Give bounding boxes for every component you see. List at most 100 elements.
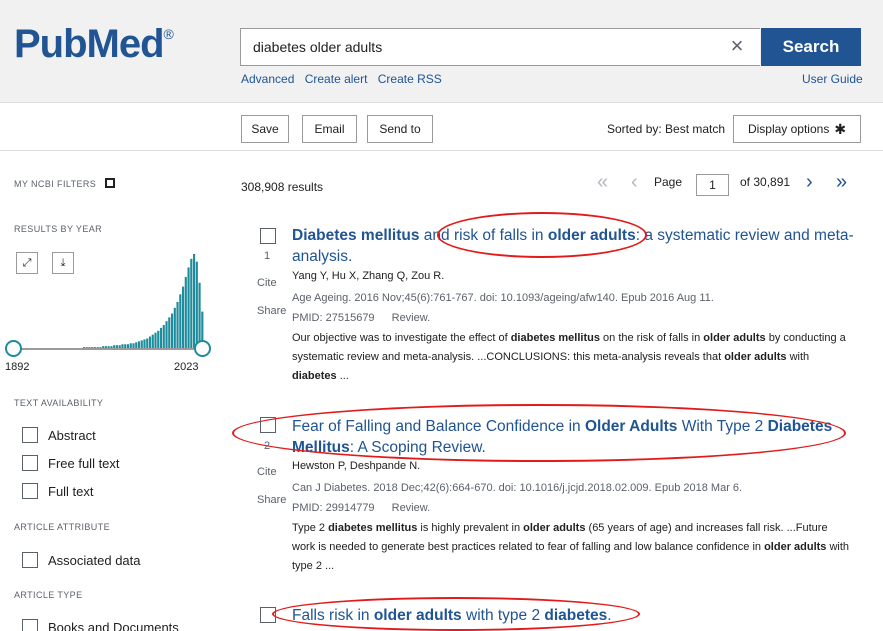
result-1-cite-button[interactable]: Cite: [257, 277, 277, 289]
text-run: With Type 2: [677, 418, 768, 435]
result-3-title[interactable]: Falls risk in older adults with type 2 d…: [292, 605, 857, 626]
text-run: Our objective was to investigate the eff…: [292, 332, 511, 344]
associated-data-filter-label[interactable]: Associated data: [48, 553, 141, 568]
histogram-bar: [176, 302, 179, 350]
page-total: of 30,891: [740, 175, 791, 189]
article-attribute-heading: ARTICLE ATTRIBUTE: [14, 522, 110, 532]
save-button[interactable]: Save: [241, 115, 289, 143]
logo-registered: ®: [163, 26, 174, 42]
text-run: .: [607, 607, 612, 624]
create-alert-link[interactable]: Create alert: [305, 72, 368, 86]
highlighted-term: Diabetes mellitus: [292, 227, 420, 244]
text-run: ...: [336, 370, 349, 382]
text-run: with type 2: [461, 607, 545, 624]
books-documents-filter-label[interactable]: Books and Documents: [48, 620, 179, 631]
clear-icon[interactable]: ×: [722, 33, 752, 59]
associated-data-checkbox[interactable]: [22, 552, 38, 568]
year-slider-start-handle[interactable]: [5, 340, 22, 357]
books-documents-checkbox[interactable]: [22, 619, 38, 631]
full-text-checkbox[interactable]: [22, 483, 38, 499]
results-count: 308,908 results: [241, 180, 324, 194]
result-1-pmid: PMID: 27515679: [292, 312, 375, 324]
result-2-citation: Can J Diabetes. 2018 Dec;42(6):664-670. …: [292, 482, 743, 494]
result-1-pmid-row: PMID: 27515679 Review.: [292, 312, 430, 324]
histogram-bar: [165, 321, 168, 350]
highlighted-term: older adults: [523, 522, 586, 534]
search-links: Advanced Create alert Create RSS: [241, 72, 449, 86]
text-run: and risk of falls in: [419, 227, 548, 244]
abstract-filter-label[interactable]: Abstract: [48, 428, 96, 443]
text-availability-heading: TEXT AVAILABILITY: [14, 398, 104, 408]
result-2-title[interactable]: Fear of Falling and Balance Confidence i…: [292, 416, 857, 458]
send-to-button[interactable]: Send to: [367, 115, 433, 143]
result-2-share-button[interactable]: Share: [257, 494, 286, 506]
external-link-icon: [105, 178, 116, 188]
header-bar: PubMed® diabetes older adults × Search A…: [0, 0, 883, 103]
advanced-link[interactable]: Advanced: [241, 72, 294, 86]
result-3-checkbox[interactable]: [260, 607, 276, 623]
highlighted-term: older adults: [764, 541, 827, 553]
free-full-text-filter-label[interactable]: Free full text: [48, 456, 120, 471]
highlighted-term: diabetes mellitus: [510, 332, 600, 344]
highlighted-term: diabetes: [292, 370, 337, 382]
my-ncbi-filters[interactable]: MY NCBI FILTERS: [14, 178, 116, 189]
user-guide-link[interactable]: User Guide: [802, 72, 863, 86]
histogram-bar: [190, 258, 193, 350]
display-options-label: Display options: [747, 122, 830, 136]
result-2-checkbox[interactable]: [260, 417, 276, 433]
result-2-snippet: Type 2 diabetes mellitus is highly preva…: [292, 519, 852, 576]
pubmed-logo[interactable]: PubMed®: [14, 22, 174, 67]
display-options-button[interactable]: Display options ✱: [733, 115, 861, 143]
result-1-pub-type: Review.: [391, 312, 431, 324]
first-page-icon[interactable]: «: [597, 171, 608, 194]
article-type-heading: ARTICLE TYPE: [14, 590, 83, 600]
result-1-share-button[interactable]: Share: [257, 305, 286, 317]
histogram-bar: [168, 317, 171, 350]
search-input[interactable]: diabetes older adults: [240, 28, 760, 66]
histogram-bar: [170, 313, 174, 350]
result-1-snippet: Our objective was to investigate the eff…: [292, 329, 852, 386]
result-1-title[interactable]: Diabetes mellitus and risk of falls in o…: [292, 225, 857, 267]
highlighted-term: older adults: [547, 227, 636, 244]
histogram-bar: [179, 294, 182, 350]
histogram-bar: [181, 286, 185, 350]
search-button[interactable]: Search: [761, 28, 861, 66]
toolbar-divider: [0, 150, 883, 151]
year-slider-track[interactable]: [14, 348, 204, 350]
histogram-bar: [195, 261, 198, 350]
highlighted-term: diabetes mellitus: [328, 522, 418, 534]
result-2-pmid: PMID: 29914779: [292, 502, 375, 514]
text-run: with: [786, 351, 810, 363]
result-1-checkbox[interactable]: [260, 228, 276, 244]
prev-page-icon[interactable]: ‹: [631, 171, 638, 194]
highlighted-term: older adults: [724, 351, 787, 363]
result-1-number: 1: [264, 250, 271, 262]
text-run: is highly prevalent in: [417, 522, 524, 534]
histogram-bar: [159, 327, 163, 350]
result-2-authors: Hewston P, Deshpande N.: [292, 460, 421, 472]
histogram-bar: [192, 254, 196, 350]
histogram-bar: [162, 325, 165, 350]
text-run: Falls risk in: [292, 607, 374, 624]
highlighted-term: Older Adults: [584, 418, 678, 435]
page-number-input[interactable]: 1: [696, 174, 729, 196]
text-run: Type 2: [292, 522, 329, 534]
year-end-label: 2023: [174, 361, 199, 373]
text-run: on the risk of falls in: [599, 332, 704, 344]
histogram-bar: [173, 307, 176, 350]
abstract-checkbox[interactable]: [22, 427, 38, 443]
full-text-filter-label[interactable]: Full text: [48, 484, 94, 499]
year-slider-end-handle[interactable]: [194, 340, 211, 357]
next-page-icon[interactable]: ›: [806, 171, 813, 194]
free-full-text-checkbox[interactable]: [22, 455, 38, 471]
create-rss-link[interactable]: Create RSS: [378, 72, 442, 86]
result-2-pub-type: Review.: [391, 502, 431, 514]
sort-label[interactable]: Sorted by: Best match: [607, 122, 725, 136]
year-histogram[interactable]: [14, 250, 204, 350]
gear-icon: ✱: [834, 120, 847, 137]
email-button[interactable]: Email: [302, 115, 357, 143]
last-page-icon[interactable]: »: [836, 171, 847, 194]
text-run: : A Scoping Review.: [349, 439, 486, 456]
page-label: Page: [654, 175, 683, 189]
result-2-cite-button[interactable]: Cite: [257, 466, 277, 478]
